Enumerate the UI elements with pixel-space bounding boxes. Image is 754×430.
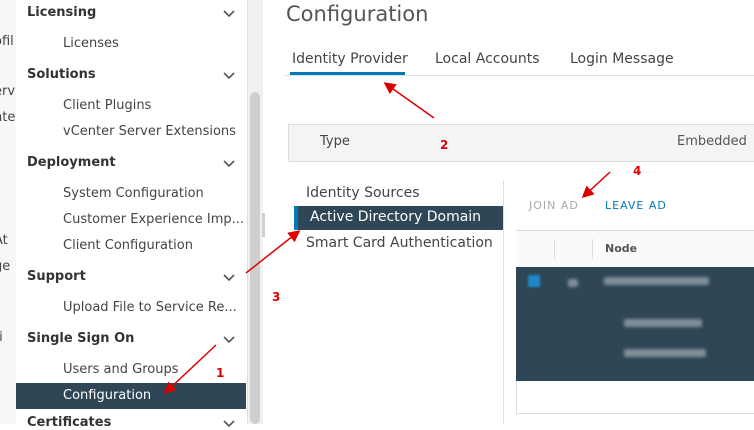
annotation-arrow-1 [163, 344, 217, 395]
annotation-label-4: 4 [633, 164, 642, 178]
annotation-arrow-2 [383, 82, 435, 119]
annotation-label-2: 2 [440, 138, 449, 152]
annotation-label-1: 1 [216, 366, 225, 380]
annotation-arrow-4 [581, 171, 611, 199]
annotation-arrows [163, 82, 611, 395]
annotation-arrow-3 [245, 230, 301, 274]
annotation-label-3: 3 [272, 290, 281, 304]
